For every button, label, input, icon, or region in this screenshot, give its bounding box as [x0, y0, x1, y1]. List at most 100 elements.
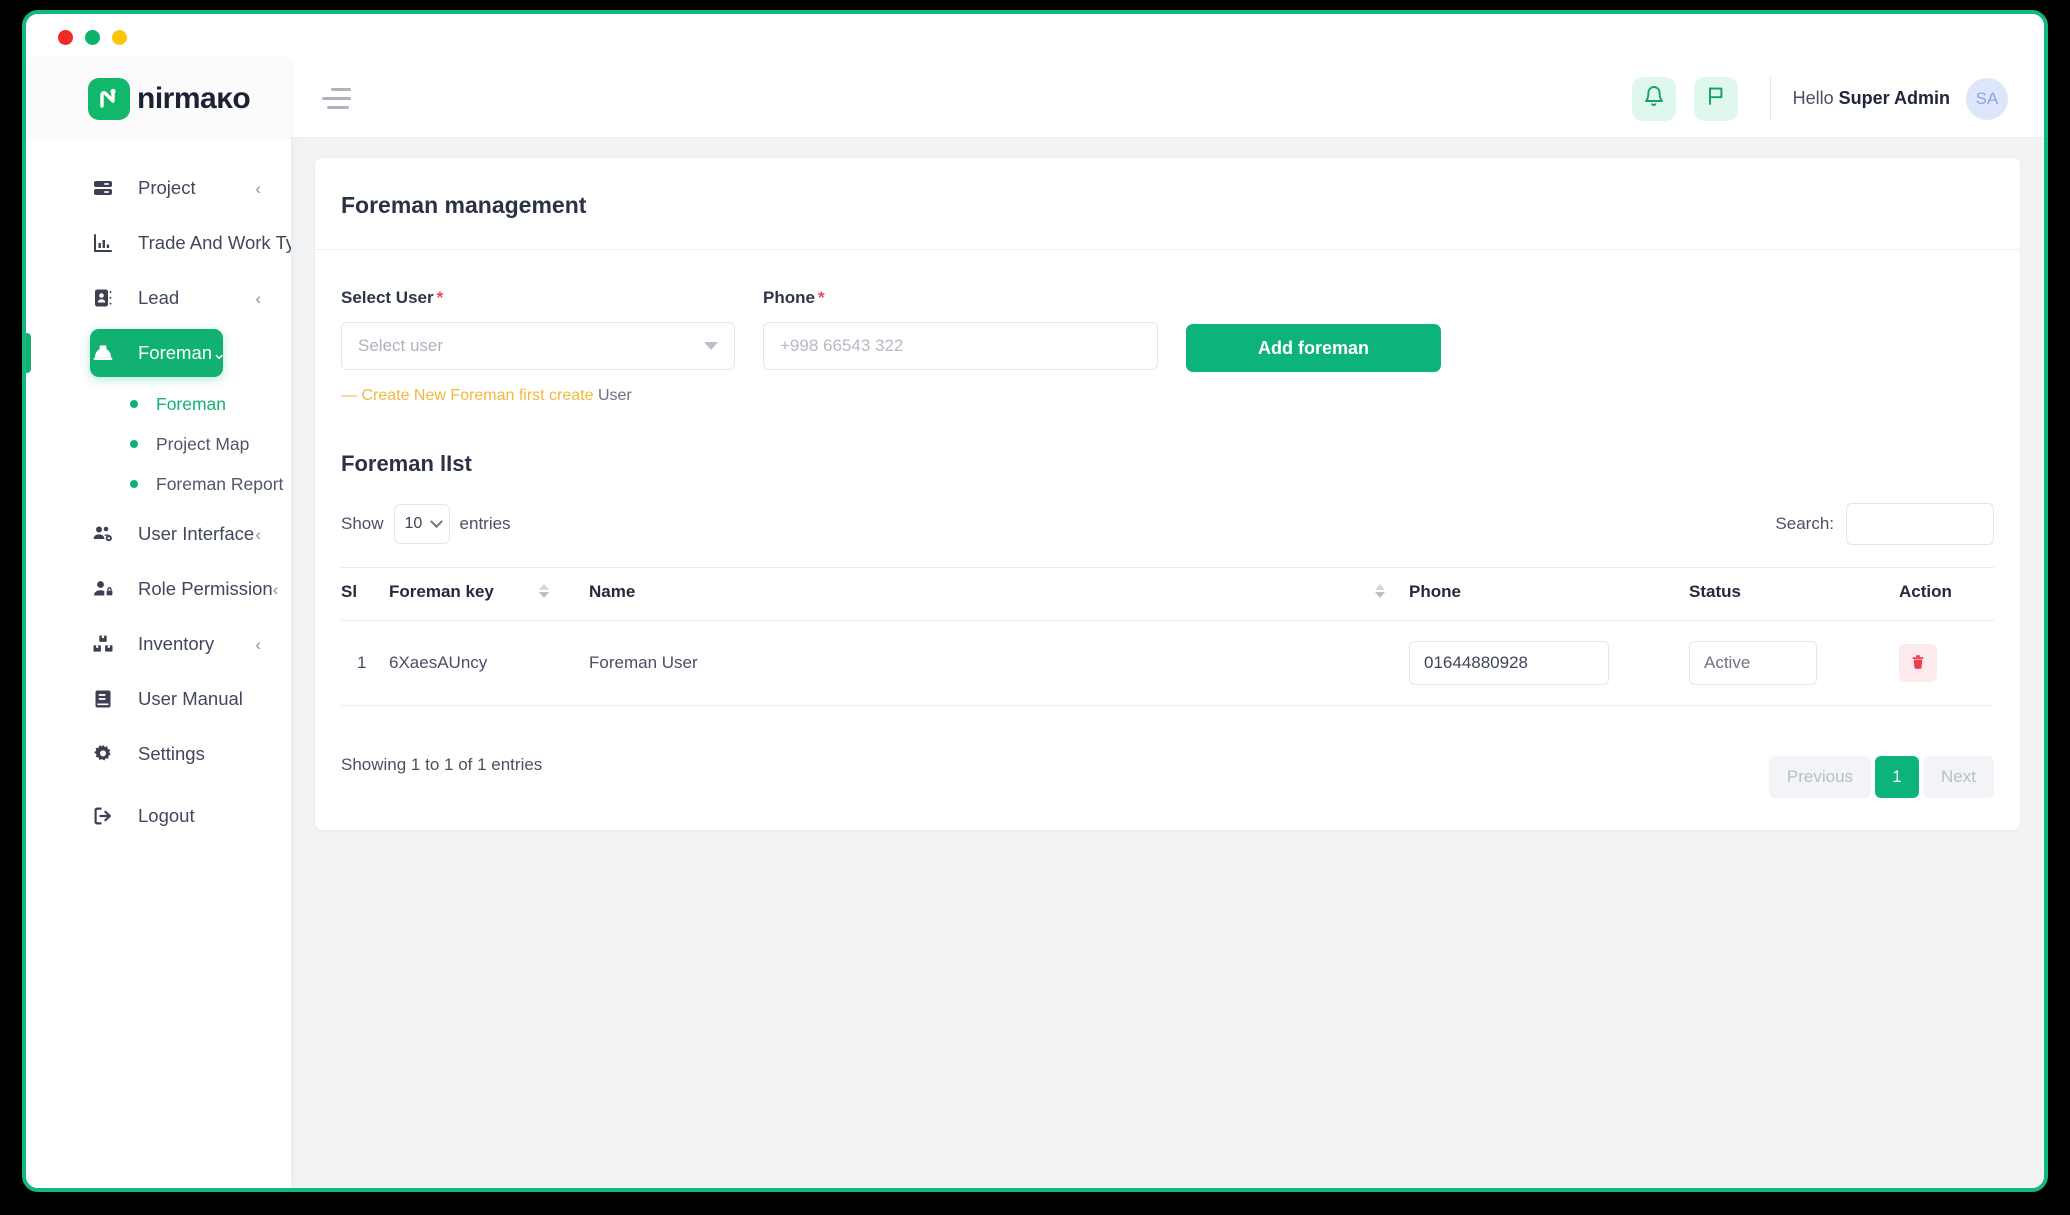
- pagination-next-button[interactable]: Next: [1923, 756, 1994, 798]
- sidebar-item-label: User Interface: [138, 523, 255, 544]
- table-header-row: Sl Foreman key Name Phone Status Action: [341, 567, 1994, 621]
- select-user-field: Select User * Select user: [341, 288, 735, 370]
- bullet-icon: [130, 400, 138, 408]
- hamburger-icon[interactable]: [319, 79, 359, 119]
- cell-name: Foreman User: [589, 620, 1409, 706]
- sidebar-item-role-permission[interactable]: Role Permission ‹: [90, 565, 278, 613]
- hamburger-line: [331, 88, 351, 91]
- row-phone-input[interactable]: 01644880928: [1409, 641, 1609, 685]
- entries-value: 10: [404, 515, 423, 532]
- add-foreman-button[interactable]: Add foreman: [1186, 324, 1441, 372]
- sidebar-item-label: Role Permission: [138, 578, 273, 599]
- greeting-text: Hello Super Admin: [1793, 88, 1950, 109]
- avatar[interactable]: SA: [1966, 77, 2008, 120]
- user-lock-icon: [90, 578, 116, 600]
- table-row: 1 6XaesAUncy Foreman User 01644880928 Ac…: [341, 620, 1994, 706]
- sidebar-item-label: Foreman: [138, 342, 213, 363]
- sidebar-item-label: Settings: [138, 743, 205, 764]
- add-foreman-form: Select User* Select user Phone* Add fore…: [315, 250, 2020, 372]
- sidebar-item-label: Project: [138, 177, 196, 198]
- sidebar-item-label: User Manual: [138, 688, 243, 709]
- sort-arrows-icon[interactable]: [1375, 584, 1385, 598]
- table-body: 1 6XaesAUncy Foreman User 01644880928 Ac…: [341, 620, 1994, 706]
- sidebar-item-trade-and-work-type[interactable]: Trade And Work Type: [90, 219, 291, 267]
- table-toolbar: Show 10 entries Search:: [315, 477, 2020, 545]
- sidebar-item-settings[interactable]: Settings: [90, 730, 275, 778]
- helper-main: — Create New Foreman first create: [341, 387, 598, 404]
- bell-icon: [1643, 85, 1665, 112]
- window-minimize-button[interactable]: [112, 29, 127, 45]
- pagination-page-1-button[interactable]: 1: [1875, 756, 1920, 798]
- active-indicator-bar: [26, 333, 31, 373]
- app-logo[interactable]: nirmaĸo: [26, 60, 291, 138]
- sidebar-item-inventory[interactable]: Inventory ‹: [90, 620, 275, 668]
- sidebar-item-foreman[interactable]: Foreman ⌄: [90, 329, 226, 377]
- topbar-divider: [1769, 76, 1771, 121]
- window-close-button[interactable]: [58, 29, 73, 45]
- sidebar-nav: Project ‹ Trade And Work Type: [26, 138, 291, 840]
- logo-wordmark: nirmaĸo: [137, 82, 251, 115]
- column-header-action: Action: [1899, 567, 1994, 621]
- main-area: Hello Super Admin SA Foreman management …: [291, 60, 2044, 1188]
- contact-card-icon: [90, 287, 116, 309]
- chevron-left-icon: ‹: [255, 524, 261, 544]
- sidebar-item-project[interactable]: Project ‹: [90, 164, 275, 212]
- sort-arrows-icon[interactable]: [539, 584, 549, 598]
- page-title: Foreman management: [315, 158, 2020, 250]
- sidebar-subitem-foreman[interactable]: Foreman: [26, 384, 291, 424]
- trash-icon: [1910, 654, 1926, 673]
- chevron-down-icon: [429, 514, 443, 528]
- chevron-left-icon: ‹: [255, 288, 261, 308]
- cell-status: Active: [1689, 620, 1899, 706]
- entries-label: entries: [459, 514, 511, 533]
- sidebar-item-user-manual[interactable]: User Manual: [90, 675, 275, 723]
- topbar: Hello Super Admin SA: [291, 60, 2044, 138]
- sidebar-item-lead[interactable]: Lead ‹: [90, 274, 275, 322]
- phone-label: Phone *: [763, 288, 825, 307]
- cell-action: [1899, 620, 1994, 706]
- delete-row-button[interactable]: [1899, 644, 1937, 682]
- notification-button[interactable]: [1631, 76, 1676, 121]
- flag-button[interactable]: [1693, 76, 1738, 121]
- window-body: nirmaĸo Project ‹ Trade And Work T Lead …: [26, 60, 2044, 1188]
- entries-per-page-select[interactable]: 10: [393, 504, 450, 544]
- sidebar-subitem-project-map[interactable]: Project Map: [26, 424, 291, 464]
- cell-foreman-key: 6XaesAUncy: [389, 620, 589, 706]
- hamburger-line: [327, 106, 349, 109]
- sidebar-item-label: Trade And Work Type: [138, 232, 291, 253]
- sidebar-item-logout[interactable]: Logout: [90, 792, 275, 840]
- greeting-prefix: Hello: [1792, 88, 1839, 108]
- select-user-dropdown[interactable]: Select user: [341, 322, 735, 370]
- column-header-foreman-key[interactable]: Foreman key: [389, 567, 589, 621]
- select-user-value: Select user: [358, 336, 444, 355]
- pagination-previous-button[interactable]: Previous: [1768, 756, 1872, 798]
- select-user-label: Select User *: [341, 288, 444, 307]
- table-footer: Showing 1 to 1 of 1 entries Previous 1 N…: [315, 706, 2020, 798]
- search-input[interactable]: [1846, 503, 1994, 545]
- chevron-left-icon: ‹: [255, 634, 261, 654]
- hard-hat-icon: [90, 342, 116, 364]
- required-marker: *: [817, 288, 825, 307]
- phone-input[interactable]: [763, 322, 1158, 370]
- row-status-input[interactable]: Active: [1689, 641, 1817, 685]
- sidebar-subitem-label: Foreman: [156, 393, 227, 414]
- showing-entries-text: Showing 1 to 1 of 1 entries: [341, 755, 543, 774]
- column-header-status[interactable]: Status: [1689, 567, 1899, 621]
- helper-suffix: User: [597, 387, 632, 404]
- window-maximize-button[interactable]: [85, 29, 100, 45]
- bar-chart-icon: [90, 232, 116, 254]
- column-header-name[interactable]: Name: [589, 567, 1409, 621]
- show-label: Show: [341, 514, 384, 533]
- foreman-list-title: Foreman lIst: [341, 451, 472, 476]
- server-stack-icon: [90, 177, 116, 199]
- gear-icon: [90, 743, 116, 765]
- users-gear-icon: [90, 523, 116, 545]
- sidebar-subitem-foreman-report[interactable]: Foreman Report: [26, 464, 291, 504]
- boxes-icon: [90, 633, 116, 655]
- sidebar-item-user-interface[interactable]: User Interface ‹: [90, 510, 275, 558]
- column-header-phone[interactable]: Phone: [1409, 567, 1689, 621]
- search-label: Search:: [1775, 514, 1834, 533]
- sidebar-item-label: Inventory: [138, 633, 215, 654]
- cell-sl: 1: [341, 620, 389, 706]
- chevron-left-icon: ‹: [255, 178, 261, 198]
